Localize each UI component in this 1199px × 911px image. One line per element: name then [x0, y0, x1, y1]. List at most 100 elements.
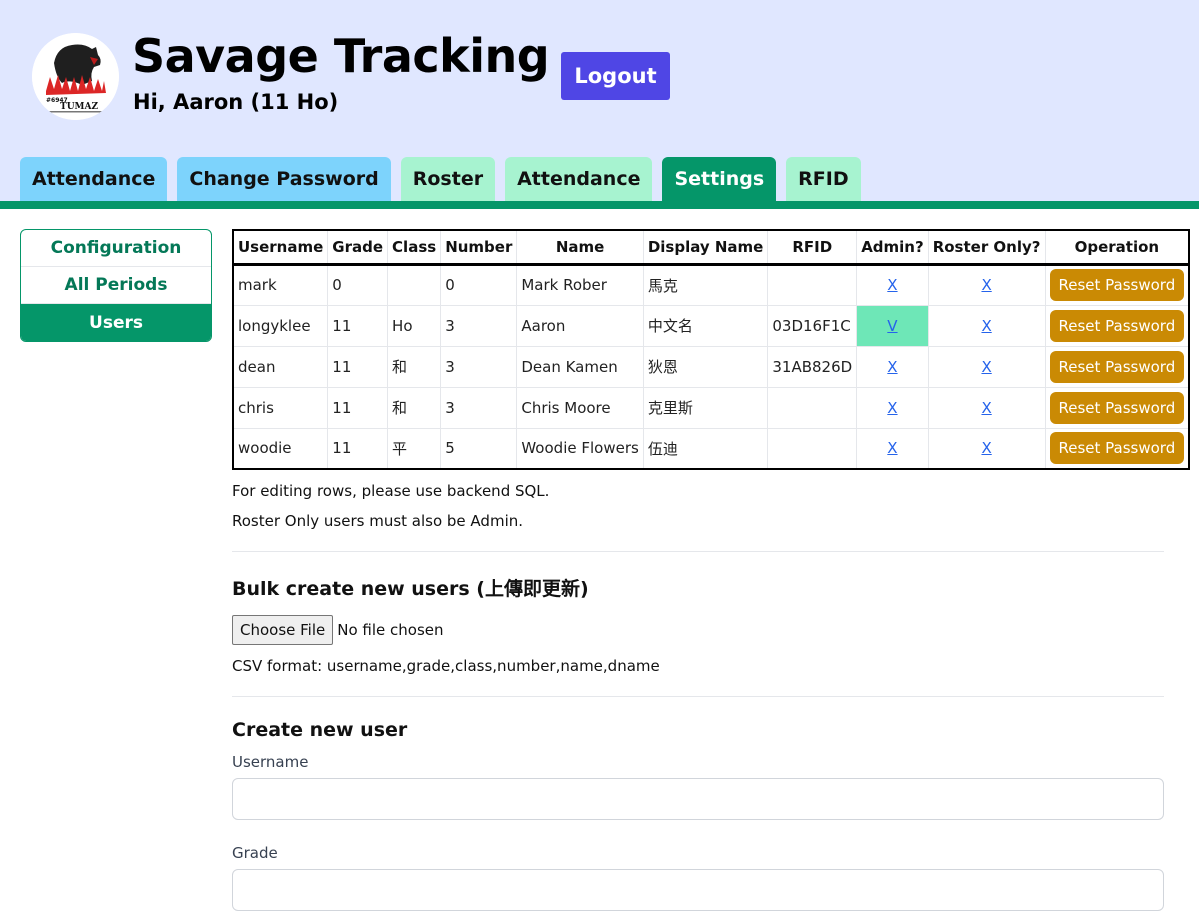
- cell-number: 5: [440, 427, 517, 469]
- roster-only-toggle-link[interactable]: X: [981, 358, 991, 376]
- admin-toggle-link[interactable]: X: [887, 399, 897, 417]
- column-header-name: Name: [516, 230, 644, 266]
- cell-admin: X: [856, 427, 929, 469]
- main-content: Username Grade Class Number Name Display…: [232, 229, 1191, 911]
- cell-display-name: 中文名: [642, 304, 768, 346]
- cell-operation: Reset Password: [1044, 263, 1190, 305]
- sidebar-item-all-periods[interactable]: All Periods: [21, 267, 211, 304]
- svg-text:TUMAZ: TUMAZ: [60, 102, 98, 112]
- column-header-operation: Operation: [1044, 230, 1190, 266]
- cell-admin: V: [856, 304, 929, 346]
- cell-admin: X: [856, 263, 929, 305]
- cell-class: 和: [387, 345, 441, 387]
- reset-password-button[interactable]: Reset Password: [1049, 391, 1185, 424]
- cell-grade: 0: [327, 263, 388, 305]
- section-divider: [232, 696, 1164, 697]
- logout-button[interactable]: Logout: [561, 52, 670, 100]
- table-row: longyklee 11 Ho 3 Aaron 中文名 03D16F1C V X…: [233, 304, 1190, 346]
- admin-toggle-link[interactable]: V: [887, 317, 897, 335]
- team-logo: #6947 TUMAZ: [32, 33, 119, 120]
- column-header-number: Number: [440, 230, 517, 266]
- admin-toggle-link[interactable]: X: [887, 439, 897, 457]
- username-input[interactable]: [232, 778, 1164, 820]
- cell-operation: Reset Password: [1044, 304, 1190, 346]
- user-greeting: Hi, Aaron (11 Ho): [133, 90, 339, 114]
- roster-only-toggle-link[interactable]: X: [981, 276, 991, 294]
- tab-attendance[interactable]: Attendance: [20, 157, 168, 201]
- cell-admin: X: [856, 345, 929, 387]
- cell-class: [387, 263, 441, 305]
- app-title: Savage Tracking: [132, 29, 550, 83]
- main-tabs: Attendance Change Password Roster Attend…: [20, 157, 861, 201]
- column-header-admin: Admin?: [856, 230, 929, 266]
- table-row: chris 11 和 3 Chris Moore 克里斯 X X Reset P…: [233, 386, 1190, 428]
- cell-roster-only: X: [927, 345, 1045, 387]
- admin-toggle-link[interactable]: X: [887, 358, 897, 376]
- reset-password-button[interactable]: Reset Password: [1049, 350, 1185, 383]
- cell-number: 3: [440, 386, 517, 428]
- cell-display-name: 狄恩: [642, 345, 768, 387]
- sidebar-item-configuration[interactable]: Configuration: [21, 230, 211, 267]
- username-label: Username: [232, 753, 309, 771]
- cell-rfid: 31AB826D: [767, 345, 857, 387]
- table-row: woodie 11 平 5 Woodie Flowers 伍迪 X X Rese…: [233, 427, 1190, 469]
- cell-grade: 11: [327, 427, 388, 469]
- cell-display-name: 馬克: [642, 263, 768, 305]
- cell-admin: X: [856, 386, 929, 428]
- reset-password-button[interactable]: Reset Password: [1049, 432, 1185, 465]
- roster-only-toggle-link[interactable]: X: [981, 399, 991, 417]
- cell-number: 0: [440, 263, 517, 305]
- tab-rfid[interactable]: RFID: [786, 157, 861, 201]
- cell-operation: Reset Password: [1044, 345, 1190, 387]
- cell-name: Aaron: [516, 304, 644, 346]
- cell-operation: Reset Password: [1044, 427, 1190, 469]
- reset-password-button[interactable]: Reset Password: [1049, 269, 1185, 301]
- grade-label: Grade: [232, 844, 278, 862]
- cell-rfid: [767, 263, 857, 305]
- column-header-rfid: RFID: [767, 230, 857, 266]
- roster-only-toggle-link[interactable]: X: [981, 439, 991, 457]
- cell-class: 和: [387, 386, 441, 428]
- choose-file-button[interactable]: Choose File: [232, 615, 334, 645]
- cell-name: Woodie Flowers: [516, 427, 644, 469]
- cell-grade: 11: [327, 386, 388, 428]
- cell-class: Ho: [387, 304, 441, 346]
- bulk-create-heading: Bulk create new users (上傳即更新): [232, 578, 589, 600]
- cell-display-name: 克里斯: [642, 386, 768, 428]
- cell-number: 3: [440, 304, 517, 346]
- header: #6947 TUMAZ Savage Tracking Hi, Aaron (1…: [0, 0, 1199, 209]
- cell-roster-only: X: [927, 263, 1045, 305]
- cell-roster-only: X: [927, 427, 1045, 469]
- cell-grade: 11: [327, 345, 388, 387]
- cell-username: longyklee: [233, 304, 328, 346]
- cell-display-name: 伍迪: [642, 427, 768, 469]
- tab-change-password[interactable]: Change Password: [177, 157, 391, 201]
- column-header-class: Class: [387, 230, 441, 266]
- table-header-row: Username Grade Class Number Name Display…: [233, 230, 1190, 266]
- csv-format-hint: CSV format: username,grade,class,number,…: [232, 657, 660, 675]
- cell-roster-only: X: [927, 386, 1045, 428]
- tab-roster[interactable]: Roster: [400, 157, 496, 201]
- cell-grade: 11: [327, 304, 388, 346]
- reset-password-button[interactable]: Reset Password: [1049, 309, 1185, 342]
- cell-username: chris: [233, 386, 328, 428]
- section-divider: [232, 551, 1164, 552]
- cell-class: 平: [387, 427, 441, 469]
- editing-note: For editing rows, please use backend SQL…: [232, 482, 550, 500]
- users-table: Username Grade Class Number Name Display…: [232, 229, 1191, 470]
- column-header-roster-only: Roster Only?: [927, 230, 1045, 266]
- admin-toggle-link[interactable]: X: [887, 276, 897, 294]
- cell-username: mark: [233, 263, 328, 305]
- tab-admin-attendance[interactable]: Attendance: [505, 157, 653, 201]
- tab-underline-bar: [0, 201, 1199, 209]
- settings-sidebar: Configuration All Periods Users: [20, 229, 212, 342]
- cell-operation: Reset Password: [1044, 386, 1190, 428]
- roster-only-toggle-link[interactable]: X: [981, 317, 991, 335]
- sidebar-item-users[interactable]: Users: [21, 304, 211, 341]
- cell-rfid: [767, 427, 857, 469]
- grade-input[interactable]: [232, 869, 1164, 911]
- tab-settings[interactable]: Settings: [662, 157, 777, 201]
- cell-name: Mark Rober: [516, 263, 644, 305]
- cell-roster-only: X: [927, 304, 1045, 346]
- column-header-display-name: Display Name: [642, 230, 768, 266]
